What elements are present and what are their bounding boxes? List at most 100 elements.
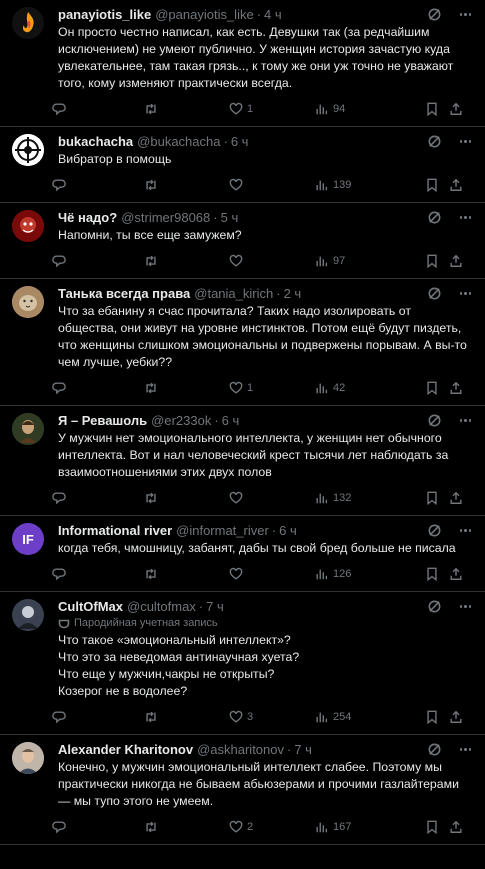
like-button[interactable] [229, 481, 247, 515]
post[interactable]: IF Informational river @informat_river ·… [0, 516, 485, 592]
author-name[interactable]: Танька всегда права [58, 285, 190, 302]
bookmark-button[interactable] [425, 481, 439, 515]
author-handle[interactable]: @informat_river [176, 522, 269, 539]
author-name[interactable]: panayiotis_like [58, 6, 151, 23]
like-button[interactable] [229, 168, 247, 202]
post-time[interactable]: 6 ч [222, 412, 240, 429]
author-handle[interactable]: @askharitonov [197, 741, 284, 758]
post-time[interactable]: 5 ч [221, 209, 239, 226]
post-time[interactable]: 7 ч [294, 741, 312, 758]
avatar[interactable] [12, 210, 44, 242]
grok-icon[interactable] [427, 742, 442, 757]
retweet-button[interactable] [144, 168, 162, 202]
like-button[interactable]: 1 [229, 92, 253, 126]
author-name[interactable]: bukachacha [58, 133, 133, 150]
post-time[interactable]: 7 ч [206, 598, 224, 615]
retweet-button[interactable] [144, 481, 162, 515]
views-button[interactable]: 132 [315, 481, 351, 515]
author-name[interactable]: Чё надо? [58, 209, 117, 226]
avatar[interactable] [12, 7, 44, 39]
reply-button[interactable] [52, 700, 70, 734]
share-button[interactable] [449, 92, 463, 126]
author-handle[interactable]: @tania_kirich [194, 285, 273, 302]
retweet-button[interactable] [144, 371, 162, 405]
like-button[interactable] [229, 557, 247, 591]
share-button[interactable] [449, 168, 463, 202]
reply-button[interactable] [52, 168, 70, 202]
author-name[interactable]: Informational river [58, 522, 172, 539]
more-options-icon[interactable] [458, 134, 473, 149]
bookmark-button[interactable] [425, 810, 439, 844]
post-time[interactable]: 4 ч [264, 6, 282, 23]
bookmark-button[interactable] [425, 92, 439, 126]
more-options-icon[interactable] [458, 742, 473, 757]
author-handle[interactable]: @panayiotis_like [155, 6, 253, 23]
avatar[interactable] [12, 134, 44, 166]
grok-icon[interactable] [427, 134, 442, 149]
post-time[interactable]: 2 ч [284, 285, 302, 302]
post[interactable]: Чё надо? @strimer98068 · 5 ч Напомни, ты… [0, 203, 485, 279]
author-handle[interactable]: @bukachacha [137, 133, 220, 150]
retweet-button[interactable] [144, 700, 162, 734]
like-button[interactable]: 2 [229, 810, 253, 844]
views-button[interactable]: 42 [315, 371, 345, 405]
avatar[interactable] [12, 742, 44, 774]
grok-icon[interactable] [427, 210, 442, 225]
bookmark-button[interactable] [425, 168, 439, 202]
retweet-button[interactable] [144, 557, 162, 591]
post[interactable]: Танька всегда права @tania_kirich · 2 ч … [0, 279, 485, 406]
more-options-icon[interactable] [458, 599, 473, 614]
views-button[interactable]: 126 [315, 557, 351, 591]
grok-icon[interactable] [427, 523, 442, 538]
more-options-icon[interactable] [458, 210, 473, 225]
like-button[interactable] [229, 244, 247, 278]
reply-button[interactable] [52, 810, 70, 844]
post[interactable]: Я – Ревашоль @er233ok · 6 ч У мужчин нет… [0, 406, 485, 516]
grok-icon[interactable] [427, 413, 442, 428]
share-button[interactable] [449, 244, 463, 278]
grok-icon[interactable] [427, 7, 442, 22]
bookmark-button[interactable] [425, 700, 439, 734]
post[interactable]: CultOfMax @cultofmax · 7 ч Пародийная уч… [0, 592, 485, 735]
reply-button[interactable] [52, 481, 70, 515]
views-button[interactable]: 94 [315, 92, 345, 126]
author-name[interactable]: CultOfMax [58, 598, 123, 615]
like-button[interactable]: 3 [229, 700, 253, 734]
avatar[interactable] [12, 599, 44, 631]
share-button[interactable] [449, 371, 463, 405]
retweet-button[interactable] [144, 810, 162, 844]
views-button[interactable]: 139 [315, 168, 351, 202]
bookmark-button[interactable] [425, 557, 439, 591]
more-options-icon[interactable] [458, 7, 473, 22]
avatar[interactable] [12, 286, 44, 318]
views-button[interactable]: 167 [315, 810, 351, 844]
reply-button[interactable] [52, 557, 70, 591]
avatar[interactable]: IF [12, 523, 44, 555]
author-handle[interactable]: @strimer98068 [121, 209, 210, 226]
retweet-button[interactable] [144, 92, 162, 126]
grok-icon[interactable] [427, 599, 442, 614]
post[interactable]: Alexander Kharitonov @askharitonov · 7 ч… [0, 735, 485, 845]
author-name[interactable]: Alexander Kharitonov [58, 741, 193, 758]
bookmark-button[interactable] [425, 244, 439, 278]
share-button[interactable] [449, 700, 463, 734]
post-time[interactable]: 6 ч [279, 522, 297, 539]
bookmark-button[interactable] [425, 371, 439, 405]
share-button[interactable] [449, 557, 463, 591]
grok-icon[interactable] [427, 286, 442, 301]
retweet-button[interactable] [144, 244, 162, 278]
share-button[interactable] [449, 810, 463, 844]
share-button[interactable] [449, 481, 463, 515]
reply-button[interactable] [52, 92, 70, 126]
post-time[interactable]: 6 ч [231, 133, 249, 150]
post[interactable]: bukachacha @bukachacha · 6 ч Вибратор в … [0, 127, 485, 203]
more-options-icon[interactable] [458, 523, 473, 538]
reply-button[interactable] [52, 371, 70, 405]
avatar[interactable] [12, 413, 44, 445]
more-options-icon[interactable] [458, 413, 473, 428]
views-button[interactable]: 254 [315, 700, 351, 734]
author-name[interactable]: Я – Ревашоль [58, 412, 147, 429]
author-handle[interactable]: @er233ok [151, 412, 211, 429]
more-options-icon[interactable] [458, 286, 473, 301]
author-handle[interactable]: @cultofmax [127, 598, 196, 615]
